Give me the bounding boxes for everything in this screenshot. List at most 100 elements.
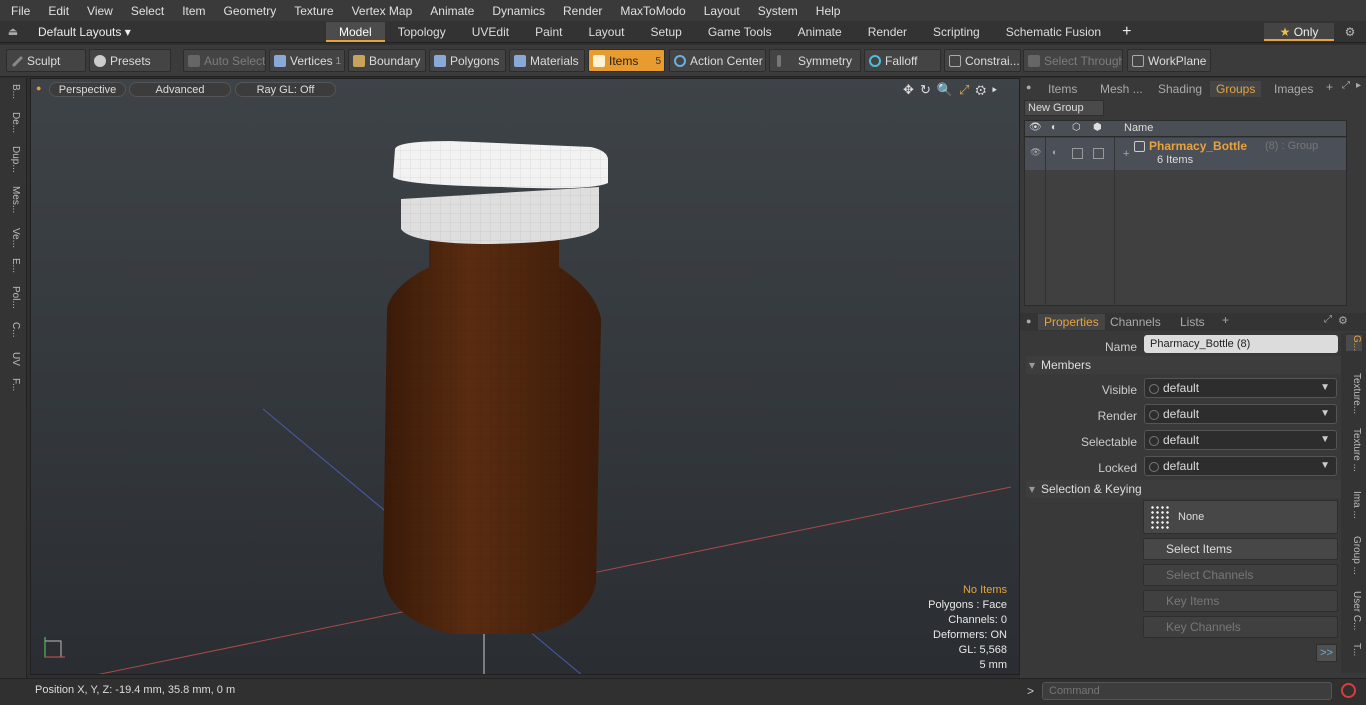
expand-icon[interactable]: + xyxy=(1123,148,1129,160)
left-tab-basic[interactable]: B... xyxy=(5,84,21,99)
menu-view[interactable]: View xyxy=(76,4,120,18)
props-gear-icon[interactable]: ⚙ xyxy=(1338,314,1348,327)
left-tab-uv[interactable]: UV xyxy=(5,352,21,366)
tab-lists[interactable]: Lists xyxy=(1180,314,1205,330)
locked-dropdown[interactable]: default ▼ xyxy=(1144,456,1337,476)
selectable-dropdown[interactable]: default ▼ xyxy=(1144,430,1337,450)
ray-gl-button[interactable]: Ray GL: Off xyxy=(235,82,336,97)
left-tab-fusion[interactable]: F... xyxy=(5,378,21,391)
sculpt-button[interactable]: Sculpt xyxy=(6,49,86,72)
side-tab-image[interactable]: Ima ... xyxy=(1346,491,1362,519)
menu-render[interactable]: Render xyxy=(552,4,609,18)
3d-viewport[interactable]: ● Perspective Advanced Ray GL: Off ✥↻🔍⤢⚙… xyxy=(30,78,1020,675)
advanced-button[interactable]: Advanced xyxy=(129,82,231,97)
none-button[interactable]: None xyxy=(1143,500,1338,534)
falloff-button[interactable]: Falloff xyxy=(864,49,941,72)
polygons-button[interactable]: Polygons xyxy=(429,49,506,72)
items-button[interactable]: Items 5 xyxy=(588,49,665,72)
layout-lock-icon[interactable]: ⏏ xyxy=(0,25,26,38)
visibility-column-icon[interactable]: 👁 xyxy=(1029,122,1042,133)
left-tab-vertex[interactable]: Ve... xyxy=(5,228,21,248)
layout-selector[interactable]: Default Layouts ▾ xyxy=(26,25,326,39)
left-tab-mesh-edit[interactable]: Mes... xyxy=(5,186,21,213)
add-props-tab-icon[interactable]: + xyxy=(1222,313,1229,327)
menu-texture[interactable]: Texture xyxy=(283,4,340,18)
menu-help[interactable]: Help xyxy=(805,4,848,18)
members-section[interactable]: Members xyxy=(1026,356,1346,374)
side-tab-group-2[interactable]: Group ... xyxy=(1346,536,1362,575)
tab-channels[interactable]: Channels xyxy=(1110,314,1161,330)
menu-system[interactable]: System xyxy=(747,4,805,18)
add-panel-tab-icon[interactable]: + xyxy=(1326,80,1333,94)
select-channels-button[interactable]: Select Channels xyxy=(1143,564,1338,586)
auto-select-button[interactable]: Auto Select xyxy=(183,49,266,72)
props-expand-icon[interactable]: ⤢ xyxy=(1324,314,1332,325)
command-input[interactable] xyxy=(1042,682,1332,700)
name-column-header[interactable]: Name xyxy=(1124,122,1153,134)
only-button[interactable]: ★ Only xyxy=(1264,22,1334,41)
name-field[interactable]: Pharmacy_Bottle (8) xyxy=(1144,335,1338,353)
key-channels-button[interactable]: Key Channels xyxy=(1143,616,1338,638)
select-column-icon[interactable]: ⬢ xyxy=(1093,122,1102,133)
fit-view-icon[interactable]: ⤢ xyxy=(959,82,975,97)
selection-keying-section[interactable]: Selection & Keying xyxy=(1026,480,1346,498)
menu-dynamics[interactable]: Dynamics xyxy=(481,4,552,18)
menu-layout[interactable]: Layout xyxy=(693,4,747,18)
tab-items[interactable]: Items xyxy=(1048,81,1077,97)
presets-button[interactable]: Presets xyxy=(89,49,171,72)
workplane-button[interactable]: WorkPlane xyxy=(1127,49,1211,72)
vertices-button[interactable]: Vertices 1 xyxy=(269,49,345,72)
panel-arrow-icon[interactable]: ▸ xyxy=(1356,80,1361,91)
key-items-button[interactable]: Key Items xyxy=(1143,590,1338,612)
play-icon[interactable]: ▸ xyxy=(992,82,1003,97)
settings-gear-icon[interactable]: ⚙ xyxy=(1334,25,1366,39)
tab-schematic-fusion[interactable]: Schematic Fusion xyxy=(993,22,1114,42)
visible-dropdown[interactable]: default ▼ xyxy=(1144,378,1337,398)
panel-expand-icon[interactable]: ⤢ xyxy=(1342,80,1350,91)
select-items-button[interactable]: Select Items xyxy=(1143,538,1338,560)
tab-paint[interactable]: Paint xyxy=(522,22,575,42)
render-dropdown[interactable]: default ▼ xyxy=(1144,404,1337,424)
menu-maxtomodo[interactable]: MaxToModo xyxy=(609,4,692,18)
left-tab-edge[interactable]: E... xyxy=(5,258,21,273)
rotate-view-icon[interactable]: ↻ xyxy=(920,82,937,97)
side-tab-user-channels[interactable]: User C... xyxy=(1346,591,1362,630)
perspective-button[interactable]: Perspective xyxy=(49,82,126,97)
add-tab-icon[interactable]: + xyxy=(1114,23,1139,41)
menu-edit[interactable]: Edit xyxy=(37,4,76,18)
tab-uvedit[interactable]: UVEdit xyxy=(459,22,522,42)
lock-column-icon[interactable]: ⬡ xyxy=(1072,122,1081,133)
viewport-menu-icon[interactable]: ● xyxy=(36,83,41,93)
panel-menu-icon[interactable]: ● xyxy=(1026,82,1031,92)
side-tab-texture-2[interactable]: Texture ... xyxy=(1346,428,1362,472)
tab-layout[interactable]: Layout xyxy=(575,22,637,42)
left-tab-duplicate[interactable]: Dup... xyxy=(5,146,21,173)
record-icon[interactable] xyxy=(1341,683,1356,698)
left-tab-deform[interactable]: De... xyxy=(5,112,21,133)
side-tab-texture-1[interactable]: Texture... xyxy=(1346,373,1362,414)
tab-game-tools[interactable]: Game Tools xyxy=(695,22,785,42)
symmetry-button[interactable]: Symmetry xyxy=(769,49,861,72)
tab-images[interactable]: Images xyxy=(1274,81,1313,97)
tab-setup[interactable]: Setup xyxy=(637,22,694,42)
viewport-settings-icon[interactable]: ⚙ xyxy=(975,82,992,97)
materials-button[interactable]: Materials xyxy=(509,49,585,72)
tab-properties[interactable]: Properties xyxy=(1038,314,1105,330)
zoom-view-icon[interactable]: 🔍 xyxy=(937,82,959,97)
move-view-icon[interactable]: ✥ xyxy=(903,82,920,97)
boundary-button[interactable]: Boundary xyxy=(348,49,426,72)
menu-file[interactable]: File xyxy=(0,4,37,18)
tab-mesh[interactable]: Mesh ... xyxy=(1100,81,1143,97)
side-tab-t[interactable]: T... xyxy=(1346,643,1362,656)
action-center-button[interactable]: Action Center xyxy=(669,49,766,72)
side-tab-group[interactable]: G... xyxy=(1346,335,1362,352)
constraints-button[interactable]: Constrai... xyxy=(944,49,1021,72)
menu-animate[interactable]: Animate xyxy=(419,4,481,18)
tab-shading[interactable]: Shading xyxy=(1158,81,1202,97)
props-menu-icon[interactable]: ● xyxy=(1026,316,1031,326)
row-visibility-icon[interactable]: 👁 xyxy=(1030,147,1041,158)
tab-animate[interactable]: Animate xyxy=(785,22,855,42)
tab-render[interactable]: Render xyxy=(855,22,920,42)
render-column-icon[interactable]: ◐ xyxy=(1051,122,1057,133)
new-group-button[interactable]: New Group xyxy=(1024,100,1104,116)
